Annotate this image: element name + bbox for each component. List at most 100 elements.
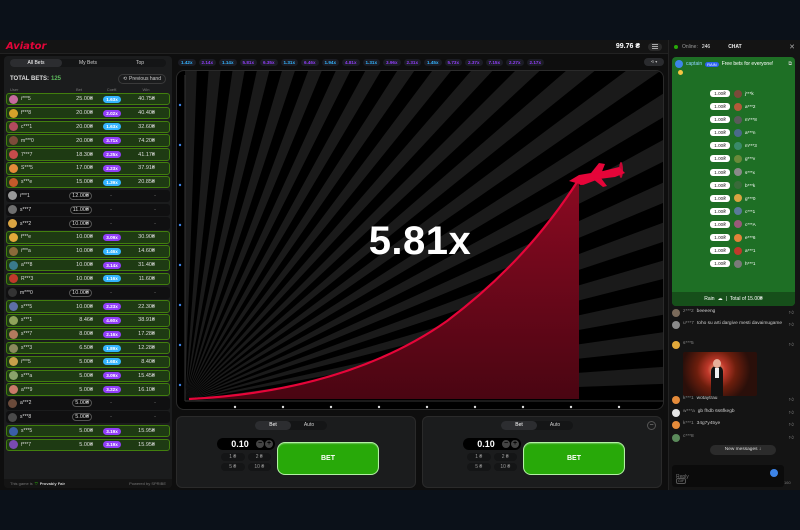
bets-tab-0[interactable]: All Bets [10,59,62,67]
char-counter: 160 [784,480,791,485]
bet-amount: 6.50₴ [79,345,93,352]
bet-multiplier-cell: 1.89x [99,344,125,352]
column-coeff: Coeff. [106,87,118,92]
history-multiplier[interactable]: 6.46x [301,58,319,66]
x-axis-tick [617,405,621,409]
bet-button[interactable]: BET [523,442,625,475]
chat-message-body: k***1 wotaytrau [683,396,783,401]
history-multiplier[interactable]: 1.94x [321,58,339,66]
history-multiplier[interactable]: 4.81x [342,58,360,66]
quick-amount-button[interactable]: 5 ₴ [221,463,245,471]
reply-input[interactable] [672,472,784,482]
avatar [9,385,18,395]
empty-dash: - [110,192,112,199]
minus-button[interactable]: − [256,440,264,448]
bets-tab-1[interactable]: My Bets [62,59,114,67]
rain-entry: 1.00₴ j***k [710,88,757,99]
history-multiplier[interactable]: 1.14x [219,58,237,66]
y-axis-tick [178,143,182,147]
bet-multiplier-cell: 2.16x [99,330,125,338]
remove-panel-icon[interactable]: − [647,421,656,430]
bet-multiplier: 1.39x [103,178,121,186]
balance: 99.76 ₴ [615,43,640,50]
avatar [9,371,18,381]
bet-multiplier-cell: 4.60x [99,316,125,324]
plus-button[interactable]: + [265,440,273,448]
history-multiplier[interactable]: 2.14x [198,58,216,66]
bet-row: R***3 10.00₴ 1.16x 11.60₴ [6,272,170,286]
gif-button[interactable]: GIF [676,478,687,484]
mode-tab-bet[interactable]: Bet [255,421,291,430]
close-icon[interactable]: ✕ [789,43,795,51]
menu-button[interactable] [648,42,662,51]
quick-amount-button[interactable]: 10 ₴ [493,463,517,471]
stake-value[interactable]: 0.10 [225,439,255,449]
footer-text: This game is [10,481,33,486]
bet-multiplier-cell: 1.46x [99,247,125,255]
provably-fair-link[interactable]: Provably Fair [40,481,65,486]
quick-amount-button[interactable]: 1 ₴ [467,453,491,461]
bet-button[interactable]: BET [277,442,379,475]
like-icon[interactable]: 👍︎ [789,342,794,348]
history-multiplier[interactable]: 2.31x [403,58,421,66]
avatar [672,421,680,429]
bet-row: s***7 11.00₴ - - [6,203,170,217]
quick-amount-button[interactable]: 5 ₴ [467,463,491,471]
bets-tab-2[interactable]: Top [114,59,166,67]
avatar [9,343,18,353]
rain-amount: 1.00₴ [710,181,730,189]
rain-amount: 1.00₴ [710,260,730,268]
mode-tab-auto[interactable]: Auto [291,421,327,430]
current-multiplier: 5.81x [368,219,472,263]
mode-tab-auto[interactable]: Auto [537,421,573,430]
history-multiplier[interactable]: 5.73x [444,58,462,66]
send-icon[interactable] [770,469,778,477]
like-icon[interactable]: 👍︎ [789,310,794,316]
history-multiplier[interactable]: 2.27x [506,58,524,66]
like-icon[interactable]: 👍︎ [789,435,794,441]
online-count: 246 [701,44,711,50]
rain-amount: 1.00₴ [710,194,730,202]
like-icon[interactable]: 👍︎ [789,397,794,403]
rain-amount: 1.00₴ [710,129,730,137]
history-multiplier[interactable]: 6.35x [260,58,278,66]
minus-button[interactable]: − [502,440,510,448]
bet-win: 15.45₴ [138,372,155,379]
history-multiplier[interactable]: 7.15x [485,58,503,66]
history-multiplier[interactable]: 2.17x [526,58,544,66]
history-multiplier[interactable]: 1.31x [280,58,298,66]
quick-amount-button[interactable]: 2 ₴ [247,453,271,461]
bet-multiplier-cell: 2.25x [99,151,125,158]
bet-multiplier: 3.71x [103,137,121,145]
bet-user: s***7 [20,206,32,213]
previous-hand-button[interactable]: ⟲ Previous hand [117,74,166,84]
chat-text: beeeeng [696,309,716,314]
history-multiplier[interactable]: 5.81x [239,58,257,66]
new-messages-button[interactable]: New messages ↓ [710,445,776,455]
history-multiplier[interactable]: 3.96x [383,58,401,66]
like-icon[interactable]: 👍︎ [789,410,794,416]
quick-amount-button[interactable]: 2 ₴ [493,453,517,461]
plus-button[interactable]: + [511,440,519,448]
rain-entry: 1.00₴ h***1 [710,258,757,269]
rain-entry: 1.00₴ m***8 [710,114,757,125]
quick-amount-button[interactable]: 10 ₴ [247,463,271,471]
history-multiplier[interactable]: 1.42x [178,58,196,66]
mode-tab-bet[interactable]: Bet [501,421,537,430]
history-multiplier[interactable]: 1.31x [362,58,380,66]
bet-amount: 8.46₴ [79,317,93,324]
like-icon[interactable]: 👍︎ [789,322,794,328]
bet-amount: 8.00₴ [79,331,93,338]
like-icon[interactable]: 👍︎ [789,422,794,428]
history-toggle-button[interactable]: ⟲ ▾ [644,58,664,66]
quick-amount-button[interactable]: 1 ₴ [221,453,245,461]
chat-message-body: w***a gb fhdb 6s6fkegb [683,409,783,414]
bet-user: s***e [21,179,33,186]
stake-value[interactable]: 0.10 [471,439,501,449]
bet-amount: 12.00₴ [69,191,92,200]
rain-entry: 1.00₴ m***3 [710,140,757,151]
copy-icon[interactable]: ⧉ [788,61,792,67]
bet-amount: 10.00₴ [76,234,93,241]
history-multiplier[interactable]: 2.37x [465,58,483,66]
history-multiplier[interactable]: 1.45x [424,58,442,66]
